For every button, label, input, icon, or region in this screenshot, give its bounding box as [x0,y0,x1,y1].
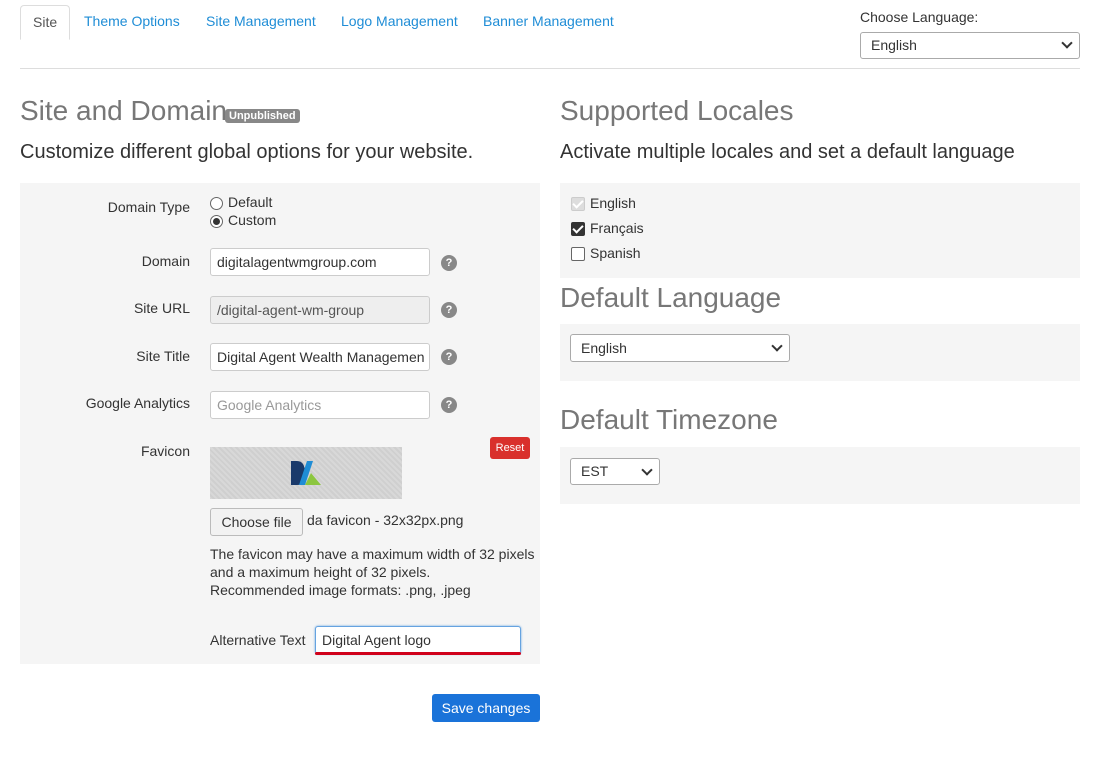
site-title-label: Site Title [136,348,190,364]
favicon-help-line: and a maximum height of 32 pixels. [210,564,431,580]
tab-banner-management[interactable]: Banner Management [483,5,614,38]
favicon-help-line: The favicon may have a maximum width of … [210,546,535,562]
default-language-select[interactable]: English [570,334,790,362]
status-badge: Unpublished [225,109,300,123]
site-url-field: /digital-agent-wm-group [210,296,430,324]
alt-text-field[interactable]: Digital Agent logo [315,626,521,654]
chevron-down-icon [771,340,783,352]
locale-label: English [590,195,636,211]
chevron-down-icon [1061,37,1073,49]
site-url-label: Site URL [133,300,190,316]
save-changes-button[interactable]: Save changes [432,694,540,722]
digital-agent-logo [291,461,321,485]
choose-language-label: Choose Language: [860,9,979,25]
locale-label: Spanish [590,245,641,261]
tab-logo-management[interactable]: Logo Management [341,5,458,38]
default-language-value: English [581,340,627,356]
radio-default[interactable] [210,197,223,210]
locale-checkbox-spanish[interactable] [571,247,585,261]
help-icon[interactable]: ? [441,302,457,318]
site-title-field[interactable]: Digital Agent Wealth Managemen [210,343,430,371]
google-analytics-field[interactable]: Google Analytics [210,391,430,419]
help-icon[interactable]: ? [441,255,457,271]
locale-checkbox-english [571,197,585,211]
favicon-help-line: Recommended image formats: .png, .jpeg [210,582,471,598]
tab-site[interactable]: Site [20,5,71,40]
tab-theme-options[interactable]: Theme Options [84,5,180,38]
help-icon[interactable]: ? [441,397,457,413]
supported-locales-subtitle: Activate multiple locales and set a defa… [560,141,1015,163]
radio-default-label: Default [228,194,273,210]
locale-label: Français [590,220,644,236]
default-language-title: Default Language [560,282,782,313]
spellcheck-underline [315,652,521,655]
domain-field[interactable]: digitalagentwmgroup.com [210,248,430,276]
tab-site-management[interactable]: Site Management [206,5,316,38]
radio-custom[interactable] [210,215,223,228]
reset-button[interactable]: Reset [490,437,530,459]
chevron-down-icon [641,464,653,476]
default-timezone-value: EST [581,463,609,479]
alt-text-label: Alternative Text [210,632,306,648]
favicon-label: Favicon [140,443,190,459]
domain-label: Domain [141,253,190,269]
default-timezone-select[interactable]: EST [570,458,660,485]
site-domain-subtitle: Customize different global options for y… [20,141,474,163]
help-icon[interactable]: ? [441,349,457,365]
file-name: da favicon - 32x32px.png [307,512,464,528]
default-timezone-title: Default Timezone [560,404,778,435]
radio-custom-label: Custom [228,212,277,228]
google-analytics-label: Google Analytics [85,395,190,411]
language-select-value: English [871,37,917,53]
favicon-preview [210,447,402,499]
choose-file-button[interactable]: Choose file [210,508,303,536]
locale-checkbox-francais[interactable] [571,222,585,236]
supported-locales-title: Supported Locales [560,95,794,126]
tab-divider [20,68,1080,69]
site-domain-title: Site and Domain [20,95,228,126]
language-select[interactable]: English [860,32,1080,59]
domain-type-label: Domain Type [107,199,190,215]
